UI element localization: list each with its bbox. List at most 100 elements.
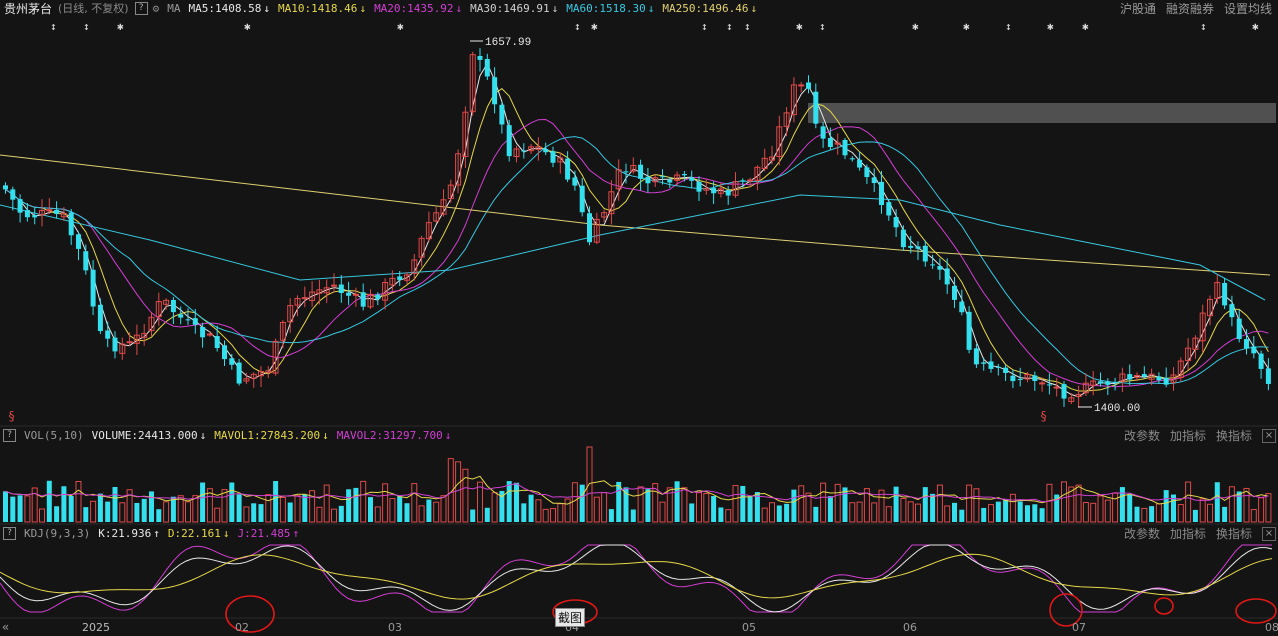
candle-body bbox=[1163, 377, 1169, 385]
volume-bar bbox=[593, 496, 600, 523]
event-marker-icon: ✱ bbox=[117, 20, 124, 33]
candle-body bbox=[660, 176, 665, 178]
volume-bar bbox=[1149, 506, 1155, 522]
volume-bar bbox=[1075, 484, 1082, 523]
candle-body bbox=[638, 164, 644, 179]
volume-bar bbox=[46, 480, 52, 522]
event-marker-icon: ↕ bbox=[744, 20, 751, 33]
event-marker-icon: ↕ bbox=[574, 20, 581, 33]
volume-bar bbox=[944, 505, 951, 523]
volume-bar bbox=[1177, 504, 1184, 523]
volume-bar bbox=[637, 486, 644, 523]
candle-body bbox=[24, 210, 30, 218]
candle-body bbox=[930, 264, 936, 266]
volume-bar bbox=[725, 509, 732, 523]
mavol1-line bbox=[5, 475, 1269, 505]
event-marker-icon: ✱ bbox=[591, 20, 598, 33]
candle-body bbox=[1229, 304, 1235, 318]
candle-body bbox=[222, 345, 227, 360]
stock-chart-canvas[interactable]: ↕ ↕ ✱ ✱ ✱ ↕ ✱ ↕ ↕ ↕ ✱ ↕ ✱ ✱ ↕ ✱ ✱ ↕ ✱ 1657.99 1400.00 § § bbox=[0, 0, 1278, 636]
volume-bar bbox=[75, 480, 82, 523]
volume-bar bbox=[1039, 508, 1045, 522]
candle-body bbox=[1053, 386, 1060, 389]
annotation-circle bbox=[1235, 598, 1277, 624]
volume-bar bbox=[1061, 481, 1067, 523]
volume-bar bbox=[1112, 492, 1119, 523]
volume-bar bbox=[10, 496, 16, 522]
volume-bar bbox=[1265, 493, 1272, 523]
candle-body bbox=[1003, 367, 1009, 373]
volume-bar bbox=[484, 507, 490, 522]
candle-body bbox=[543, 149, 549, 153]
event-marker-icon: ↕ bbox=[1200, 20, 1207, 33]
annotation-circle bbox=[1154, 597, 1174, 615]
screenshot-button[interactable]: 截图 bbox=[555, 608, 586, 627]
volume-bar bbox=[798, 485, 805, 523]
candle-body bbox=[1105, 381, 1111, 385]
volume-bar bbox=[1222, 506, 1228, 522]
volume-bar bbox=[455, 461, 462, 523]
candle-body bbox=[1061, 384, 1067, 399]
volume-bar bbox=[514, 482, 519, 522]
volume-bar bbox=[542, 508, 549, 523]
volume-bar bbox=[988, 504, 994, 523]
volume-bar bbox=[302, 494, 308, 522]
kdj-d-line bbox=[0, 553, 1273, 600]
volume-bar bbox=[871, 502, 878, 523]
volume-bar bbox=[1025, 505, 1030, 522]
candle-body bbox=[952, 285, 957, 300]
volume-bar bbox=[995, 501, 1001, 522]
low-price-label: 1400.00 bbox=[1094, 403, 1140, 415]
volume-bar bbox=[1258, 497, 1265, 523]
volume-bar bbox=[389, 498, 396, 523]
event-marker-icon: ↕ bbox=[83, 20, 90, 33]
candle-body bbox=[820, 126, 826, 139]
volume-bar bbox=[236, 494, 242, 522]
candle-body bbox=[915, 246, 921, 249]
volume-bar bbox=[368, 497, 373, 522]
candle-body bbox=[90, 269, 96, 307]
volume-bar bbox=[1250, 509, 1257, 523]
volume-bar bbox=[1097, 495, 1104, 523]
x-axis-label-07: 07 bbox=[1072, 621, 1086, 634]
candle-body bbox=[645, 176, 651, 184]
candle-body bbox=[966, 311, 972, 350]
candle-body bbox=[499, 104, 505, 125]
volume-bar bbox=[90, 500, 97, 523]
volume-bar bbox=[696, 492, 702, 523]
volume-bar bbox=[659, 501, 666, 523]
volume-bar bbox=[440, 495, 447, 523]
volume-bar bbox=[105, 501, 111, 522]
volume-bar bbox=[1046, 483, 1053, 523]
volume-bar bbox=[1228, 486, 1235, 523]
volume-bar bbox=[856, 501, 863, 523]
volume-bar bbox=[331, 508, 337, 523]
volume-bar bbox=[170, 496, 176, 522]
annotation-circle bbox=[225, 595, 275, 633]
expand-icon[interactable]: « bbox=[2, 620, 9, 634]
candle-body bbox=[1265, 368, 1271, 384]
candle-body bbox=[550, 151, 556, 163]
candle-body bbox=[178, 314, 184, 318]
volume-bar bbox=[703, 493, 710, 523]
candle-body bbox=[338, 284, 344, 293]
candle-body bbox=[587, 213, 592, 243]
candle-body bbox=[827, 137, 833, 148]
volume-bar bbox=[761, 507, 768, 523]
candle-body bbox=[236, 362, 242, 384]
candle-body bbox=[864, 167, 870, 178]
candle-body bbox=[492, 77, 498, 105]
dividend-marker-icon: § bbox=[1040, 409, 1047, 423]
candle-body bbox=[1258, 353, 1264, 369]
candle-body bbox=[17, 199, 23, 213]
x-axis-label-02: 02 bbox=[235, 621, 249, 634]
candle-body bbox=[185, 319, 191, 321]
candle-body bbox=[1222, 282, 1228, 306]
moving-average-line bbox=[5, 136, 1269, 385]
candle-body bbox=[1010, 375, 1016, 382]
x-axis-label-03: 03 bbox=[388, 621, 402, 634]
candle-body bbox=[97, 304, 103, 331]
volume-bar bbox=[1032, 504, 1038, 522]
candle-body bbox=[842, 139, 848, 156]
candle-body bbox=[521, 150, 527, 152]
